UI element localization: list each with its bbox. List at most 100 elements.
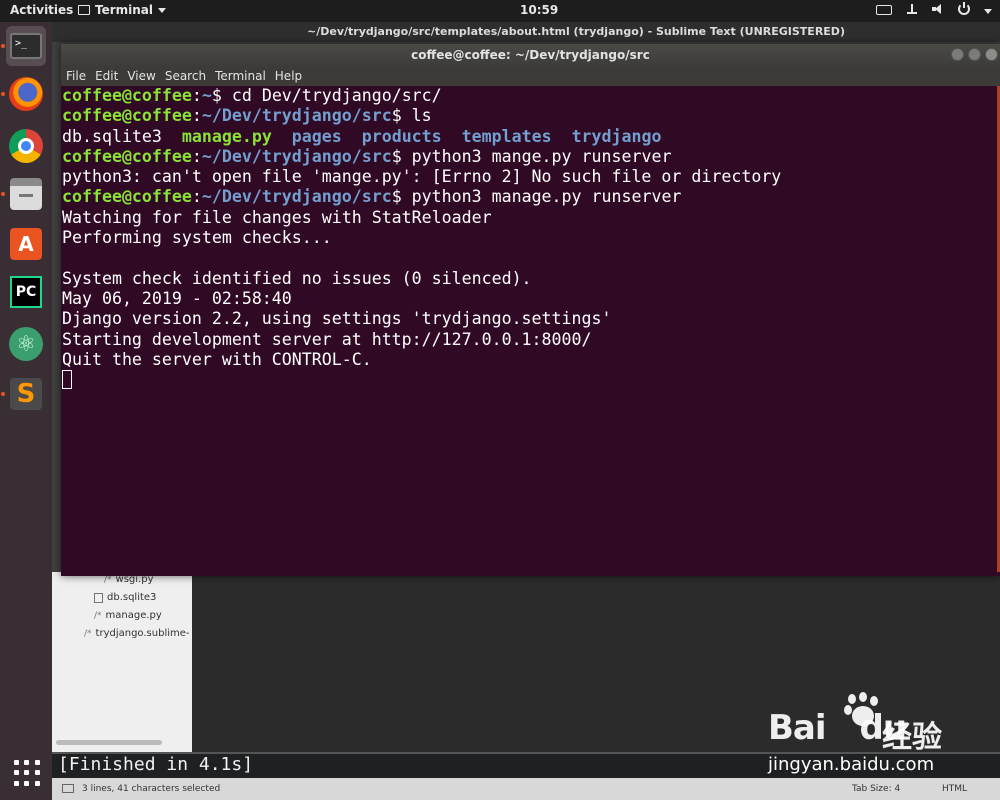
- menu-help[interactable]: Help: [275, 66, 302, 86]
- panel-toggle-icon[interactable]: [62, 784, 74, 793]
- terminal-text: Performing system checks...: [62, 228, 332, 248]
- volume-icon[interactable]: [932, 3, 944, 15]
- sidebar-file-project[interactable]: /* trydjango.sublime-: [84, 628, 190, 639]
- editor-area[interactable]: [192, 572, 1000, 752]
- chevron-down-icon: [158, 7, 167, 13]
- menu-search[interactable]: Search: [165, 66, 206, 86]
- terminal-text: $ cd Dev/trydjango/src/: [211, 86, 442, 105]
- terminal-line: Django version 2.2, using settings 'tryd…: [62, 309, 998, 329]
- terminal-text: :: [191, 86, 202, 105]
- sublime-title: ~/Dev/trydjango/src/templates/about.html…: [52, 22, 1000, 42]
- terminal-text: Watching for file changes with StatReloa…: [62, 207, 492, 227]
- power-icon[interactable]: [958, 2, 970, 15]
- terminal-text: Starting development server at http://12…: [62, 329, 592, 349]
- chrome-icon: [9, 129, 43, 163]
- menu-view[interactable]: View: [127, 66, 155, 86]
- terminal-text: python3: can't open file 'mange.py': [Er…: [62, 167, 782, 187]
- dock-item-software[interactable]: A: [6, 224, 46, 264]
- chevron-down-icon[interactable]: [984, 8, 992, 14]
- terminal-line: Performing system checks...: [62, 228, 998, 248]
- terminal-line: Quit the server with CONTROL-C.: [62, 350, 998, 370]
- dock-item-files[interactable]: [6, 174, 46, 214]
- status-bar: 3 lines, 41 characters selected Tab Size…: [52, 778, 1000, 800]
- software-center-icon: A: [10, 228, 42, 260]
- terminal-line: python3: can't open file 'mange.py': [Er…: [62, 167, 998, 187]
- app-menu[interactable]: Terminal: [78, 3, 167, 17]
- sidebar-file-label: trydjango.sublime-: [95, 628, 190, 639]
- dock-item-terminal[interactable]: >_: [6, 26, 46, 66]
- terminal-text: $ ls: [391, 106, 432, 126]
- terminal-line: Watching for file changes with StatReloa…: [62, 208, 998, 228]
- terminal-text: ~: [201, 86, 212, 105]
- terminal-line: coffee@coffee:~/Dev/trydjango/src$ pytho…: [62, 147, 998, 167]
- activities-button[interactable]: Activities: [10, 3, 73, 17]
- terminal-icon: >_: [10, 33, 42, 59]
- keyboard-icon[interactable]: [876, 5, 892, 15]
- app-menu-label: Terminal: [95, 3, 154, 17]
- clock[interactable]: 10:59: [520, 3, 558, 17]
- selection-status: 3 lines, 41 characters selected: [82, 784, 221, 794]
- terminal-text: :: [191, 106, 202, 126]
- dock-item-sublime-text[interactable]: S: [6, 374, 46, 414]
- terminal-text: coffee@coffee: [62, 187, 192, 207]
- file-icon: /*: [94, 610, 102, 621]
- terminal-line: coffee@coffee:~$ cd Dev/trydjango/src/: [62, 86, 998, 106]
- terminal-text: coffee@coffee: [62, 86, 192, 105]
- desktop: Activities Terminal 10:59 >_ A PC ⚛ S ~/Dev/…: [0, 0, 1000, 800]
- terminal-text: ~/Dev/trydjango/src: [201, 187, 392, 207]
- dock-item-chrome[interactable]: [6, 126, 46, 166]
- terminal-text: System check identified no issues (0 sil…: [62, 268, 532, 288]
- pycharm-icon: PC: [10, 276, 42, 308]
- terminal-text: templates: [461, 126, 552, 146]
- terminal-output[interactable]: coffee@coffee:~$ cd Dev/trydjango/src/co…: [62, 86, 998, 572]
- minimize-icon[interactable]: [951, 48, 964, 61]
- maximize-icon[interactable]: [968, 48, 981, 61]
- terminal-text: coffee@coffee: [62, 146, 192, 166]
- dock-item-firefox[interactable]: [6, 74, 46, 114]
- dock: >_ A PC ⚛ S: [0, 22, 52, 800]
- syntax-status[interactable]: HTML: [942, 778, 967, 800]
- sidebar-file-db[interactable]: db.sqlite3: [94, 592, 156, 603]
- build-output-panel: [Finished in 4.1s]: [52, 752, 1000, 778]
- terminal-line: System check identified no issues (0 sil…: [62, 269, 998, 289]
- terminal-titlebar[interactable]: coffee@coffee: ~/Dev/trydjango/src: [61, 44, 1000, 66]
- tab-size-status[interactable]: Tab Size: 4: [852, 778, 900, 800]
- menu-terminal[interactable]: Terminal: [215, 66, 266, 86]
- sidebar-file-label: manage.py: [105, 610, 162, 621]
- sidebar-scrollbar[interactable]: [56, 740, 162, 745]
- running-indicator: [1, 92, 5, 96]
- terminal-text: $ python3 manage.py runserver: [391, 187, 682, 207]
- close-icon[interactable]: [985, 48, 998, 61]
- sidebar-file-manage[interactable]: /* manage.py: [94, 610, 162, 621]
- terminal-text: pages: [291, 126, 342, 146]
- terminal-line: Starting development server at http://12…: [62, 330, 998, 350]
- files-icon: [10, 178, 42, 210]
- show-applications-icon[interactable]: [14, 760, 40, 786]
- sublime-text-icon: S: [10, 378, 42, 410]
- terminal-window[interactable]: coffee@coffee: ~/Dev/trydjango/src File E…: [61, 44, 1000, 576]
- firefox-icon: [9, 77, 43, 111]
- terminal-text: :: [191, 146, 202, 166]
- menu-file[interactable]: File: [66, 66, 86, 86]
- terminal-text: ~/Dev/trydjango/src: [201, 146, 392, 166]
- menu-edit[interactable]: Edit: [95, 66, 118, 86]
- terminal-text: ~/Dev/trydjango/src: [201, 106, 392, 126]
- terminal-app-icon: [78, 5, 90, 15]
- system-tray[interactable]: [876, 2, 992, 15]
- terminal-text: trydjango: [571, 126, 662, 146]
- terminal-text: products: [361, 126, 442, 146]
- terminal-line: May 06, 2019 - 02:58:40: [62, 289, 998, 309]
- dock-item-atom[interactable]: ⚛: [6, 324, 46, 364]
- terminal-text: coffee@coffee: [62, 106, 192, 126]
- terminal-text: :: [191, 187, 202, 207]
- terminal-text: Quit the server with CONTROL-C.: [62, 349, 372, 369]
- terminal-cursor: [62, 370, 72, 390]
- terminal-text: May 06, 2019 - 02:58:40: [62, 288, 292, 308]
- network-icon[interactable]: [906, 3, 918, 15]
- dock-item-pycharm[interactable]: PC: [6, 272, 46, 312]
